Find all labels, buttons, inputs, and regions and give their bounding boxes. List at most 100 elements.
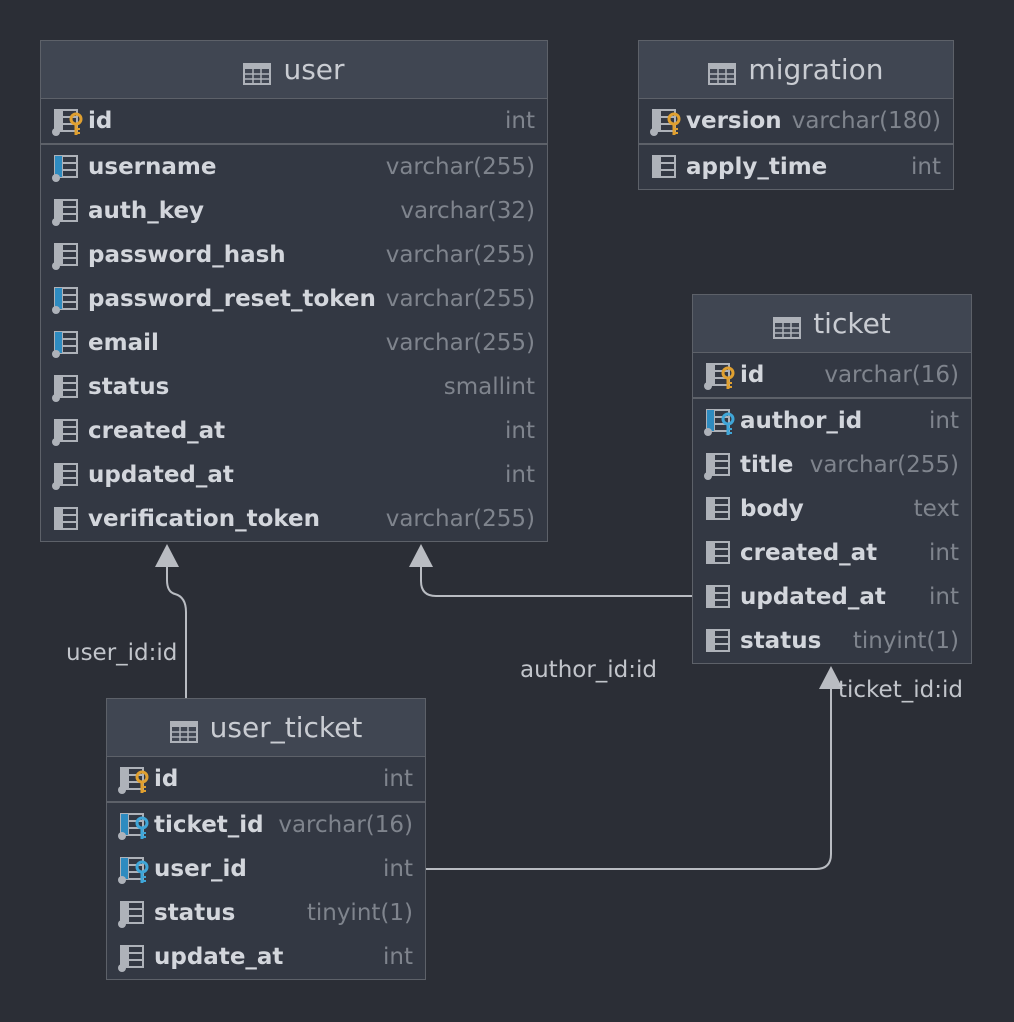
column-type: varchar(255)	[385, 154, 535, 180]
foreign-key-icon	[117, 810, 151, 840]
primary-key-icon	[703, 360, 737, 390]
column-row[interactable]: apply_time int	[639, 145, 953, 189]
nullable-column-icon	[703, 626, 737, 656]
column-row[interactable]: status tinyint(1)	[693, 619, 971, 663]
column-type: int	[505, 108, 535, 134]
column-type: tinyint(1)	[852, 628, 959, 654]
column-type: int	[911, 154, 941, 180]
column-row[interactable]: status smallint	[41, 365, 547, 409]
unique-column-icon	[51, 152, 85, 182]
table-header[interactable]: ticket	[693, 295, 971, 353]
nullable-column-icon	[703, 494, 737, 524]
column-row[interactable]: updated_at int	[41, 453, 547, 497]
table-icon	[243, 59, 272, 85]
column-row[interactable]: password_reset_token varchar(255)	[41, 277, 547, 321]
column-row[interactable]: auth_key varchar(32)	[41, 189, 547, 233]
column-row[interactable]: password_hash varchar(255)	[41, 233, 547, 277]
column-name: password_hash	[88, 242, 286, 268]
column-type: varchar(16)	[278, 812, 413, 838]
unique-column-icon	[51, 284, 85, 314]
column-name: id	[740, 362, 765, 388]
relation-label-user-id: user_id:id	[66, 640, 178, 666]
column-row[interactable]: created_at int	[41, 409, 547, 453]
unique-column-icon	[51, 328, 85, 358]
column-row[interactable]: ticket_id varchar(16)	[107, 803, 425, 847]
column-row[interactable]: id varchar(16)	[693, 353, 971, 399]
column-row[interactable]: username varchar(255)	[41, 145, 547, 189]
table-user-ticket[interactable]: user_ticket id int ticket_id varchar(16)…	[106, 698, 426, 980]
column-row[interactable]: update_at int	[107, 935, 425, 979]
column-type: int	[505, 418, 535, 444]
table-icon	[708, 59, 737, 85]
column-name: update_at	[154, 944, 284, 970]
column-row[interactable]: body text	[693, 487, 971, 531]
column-row[interactable]: title varchar(255)	[693, 443, 971, 487]
column-name: author_id	[740, 408, 863, 434]
column-type: int	[929, 540, 959, 566]
relation-line-ticket-to-user	[420, 566, 692, 597]
table-header[interactable]: user_ticket	[107, 699, 425, 757]
column-row[interactable]: id int	[41, 99, 547, 145]
table-user[interactable]: user id int username varchar(255) auth_k…	[40, 40, 548, 542]
column-type: varchar(16)	[824, 362, 959, 388]
primary-key-icon	[649, 106, 683, 136]
column-name: username	[88, 154, 217, 180]
primary-key-icon	[51, 106, 85, 136]
column-name: updated_at	[88, 462, 234, 488]
column-name: ticket_id	[154, 812, 264, 838]
column-name: email	[88, 330, 159, 356]
column-row[interactable]: id int	[107, 757, 425, 803]
column-name: title	[740, 452, 794, 478]
column-icon	[703, 450, 737, 480]
column-type: int	[929, 408, 959, 434]
primary-key-icon	[117, 764, 151, 794]
column-row[interactable]: user_id int	[107, 847, 425, 891]
column-name: id	[88, 108, 113, 134]
nullable-column-icon	[703, 538, 737, 568]
column-name: apply_time	[686, 154, 828, 180]
column-name: id	[154, 766, 179, 792]
table-icon	[169, 717, 198, 743]
column-type: varchar(255)	[809, 452, 959, 478]
column-row[interactable]: created_at int	[693, 531, 971, 575]
column-name: version	[686, 108, 782, 134]
nullable-column-icon	[649, 152, 683, 182]
column-icon	[51, 240, 85, 270]
column-icon	[117, 898, 151, 928]
table-migration[interactable]: migration version varchar(180) apply_tim…	[638, 40, 954, 190]
table-title: user_ticket	[209, 711, 363, 744]
column-type: varchar(32)	[400, 198, 535, 224]
column-type: varchar(255)	[385, 506, 535, 532]
column-name: auth_key	[88, 198, 205, 224]
column-type: varchar(180)	[791, 108, 941, 134]
column-row[interactable]: updated_at int	[693, 575, 971, 619]
relation-arrowhead-user-ticket-to-user	[155, 544, 179, 567]
relation-label-author-id: author_id:id	[520, 657, 658, 683]
column-name: user_id	[154, 856, 247, 882]
column-type: int	[505, 462, 535, 488]
column-row[interactable]: email varchar(255)	[41, 321, 547, 365]
column-row[interactable]: status tinyint(1)	[107, 891, 425, 935]
column-type: varchar(255)	[385, 242, 535, 268]
column-name: created_at	[88, 418, 226, 444]
column-type: varchar(255)	[385, 330, 535, 356]
column-type: int	[383, 766, 413, 792]
relation-arrowhead-ticket-to-user	[409, 544, 433, 567]
column-type: smallint	[443, 374, 535, 400]
table-ticket[interactable]: ticket id varchar(16) author_id int titl…	[692, 294, 972, 664]
column-row[interactable]: verification_token varchar(255)	[41, 497, 547, 541]
table-header[interactable]: user	[41, 41, 547, 99]
table-header[interactable]: migration	[639, 41, 953, 99]
foreign-key-icon	[117, 854, 151, 884]
column-row[interactable]: author_id int	[693, 399, 971, 443]
column-row[interactable]: version varchar(180)	[639, 99, 953, 145]
table-title: migration	[748, 53, 884, 86]
table-title: ticket	[813, 307, 891, 340]
column-type: int	[383, 856, 413, 882]
relation-line-user-ticket-to-ticket	[425, 688, 832, 870]
column-name: status	[154, 900, 236, 926]
column-name: password_reset_token	[88, 286, 376, 312]
column-icon	[51, 460, 85, 490]
column-name: status	[740, 628, 822, 654]
column-name: body	[740, 496, 804, 522]
